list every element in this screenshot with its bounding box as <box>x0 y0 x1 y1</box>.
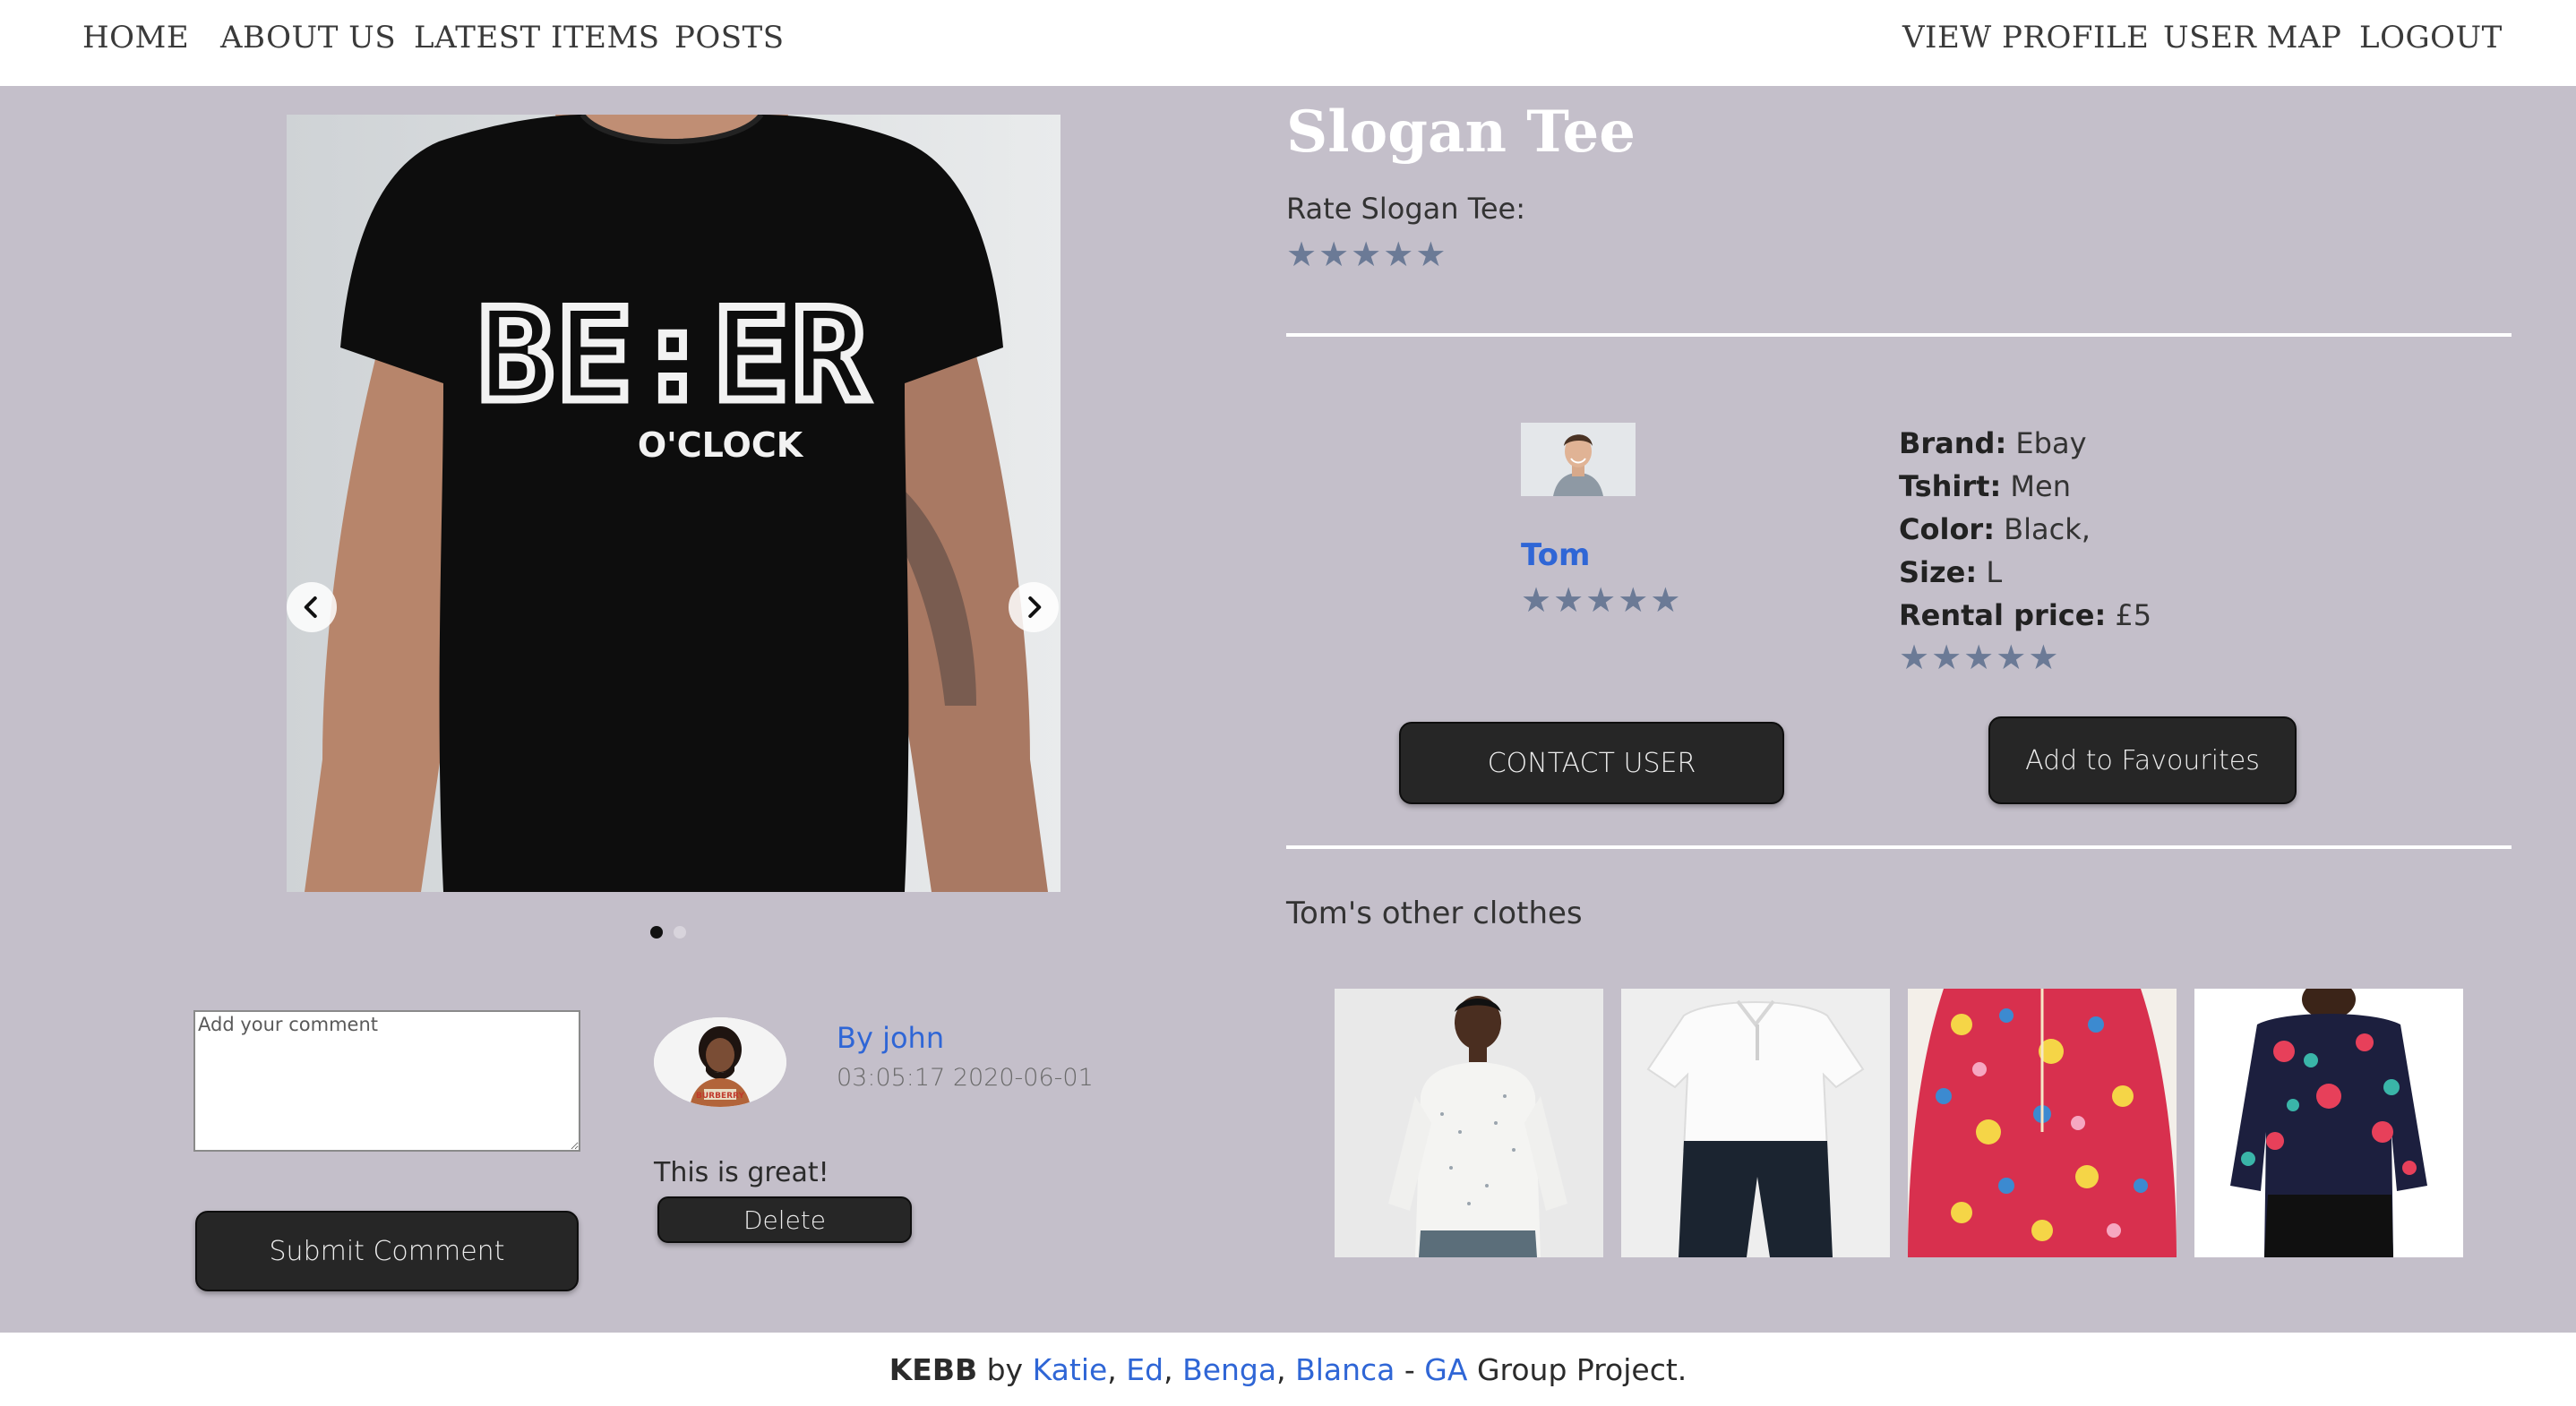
owner-avatar[interactable] <box>1521 423 1636 496</box>
star-icon: ★ <box>1553 582 1584 620</box>
rate-item-label: Rate Slogan Tee: <box>1286 192 1525 226</box>
footer-separator: , <box>1107 1351 1127 1387</box>
submit-comment-button[interactable]: Submit Comment <box>195 1211 579 1291</box>
star-icon: ★ <box>1521 582 1552 620</box>
nav-view-profile[interactable]: VIEW PROFILE <box>1902 20 2149 56</box>
footer-dash: - <box>1395 1351 1425 1387</box>
footer-link-katie[interactable]: Katie <box>1033 1352 1108 1387</box>
star-icon: ★ <box>2028 639 2059 677</box>
comment-input[interactable] <box>193 1010 580 1152</box>
other-item-thumbnail[interactable] <box>2194 989 2463 1257</box>
detail-brand-value: Ebay <box>2015 426 2087 460</box>
detail-size: Size: L <box>1899 555 2002 589</box>
commenter-avatar: BURBERRY <box>654 1017 786 1107</box>
detail-tshirt-label: Tshirt: <box>1899 469 2002 503</box>
footer-by: by <box>977 1351 1033 1387</box>
carousel-indicators <box>650 926 686 939</box>
owner-rating-stars: ★ ★ ★ ★ ★ <box>1521 584 1680 618</box>
nav-posts[interactable]: POSTS <box>674 20 785 56</box>
delete-comment-button[interactable]: Delete <box>657 1196 912 1243</box>
star-icon[interactable]: ★ <box>1383 238 1413 272</box>
chevron-right-icon <box>1028 596 1042 618</box>
footer-link-ed[interactable]: Ed <box>1126 1352 1163 1387</box>
detail-brand-label: Brand: <box>1899 426 2007 460</box>
detail-color-value: Black, <box>2004 512 2091 546</box>
other-item-thumbnail[interactable] <box>1335 989 1603 1257</box>
nav-about-us[interactable]: ABOUT US <box>220 20 396 56</box>
nav-logout[interactable]: LOGOUT <box>2359 20 2503 56</box>
rate-item-stars[interactable]: ★ ★ ★ ★ ★ <box>1286 238 1446 272</box>
star-icon[interactable]: ★ <box>1318 238 1349 272</box>
contact-user-button[interactable]: CONTACT USER <box>1399 722 1784 804</box>
detail-color: Color: Black, <box>1899 512 2091 546</box>
carousel-next-button[interactable] <box>1009 582 1059 632</box>
footer-link-benga[interactable]: Benga <box>1182 1352 1276 1387</box>
detail-tshirt-value: Men <box>2010 469 2071 503</box>
star-icon: ★ <box>1585 582 1617 620</box>
svg-text:BURBERRY: BURBERRY <box>696 1092 744 1101</box>
add-to-favourites-button[interactable]: Add to Favourites <box>1988 716 2297 804</box>
shirt-print-main: BE:ER <box>477 282 869 430</box>
top-navbar: HOME ABOUT US LATEST ITEMS POSTS VIEW PR… <box>0 0 2576 86</box>
chevron-left-icon <box>304 596 317 618</box>
detail-size-label: Size: <box>1899 555 1978 589</box>
star-icon: ★ <box>1618 582 1649 620</box>
carousel-prev-button[interactable] <box>287 582 337 632</box>
star-icon[interactable]: ★ <box>1286 238 1317 272</box>
owner-name-link[interactable]: Tom <box>1521 537 1590 573</box>
detail-tshirt: Tshirt: Men <box>1899 469 2071 503</box>
footer-link-ga[interactable]: GA <box>1424 1352 1467 1387</box>
item-photo: BE:ER O'CLOCK <box>287 115 1060 892</box>
footer-separator: , <box>1163 1351 1183 1387</box>
detail-brand: Brand: Ebay <box>1899 426 2087 460</box>
star-icon[interactable]: ★ <box>1351 238 1381 272</box>
other-item-thumbnail[interactable] <box>1621 989 1890 1257</box>
detail-price-value: £5 <box>2115 598 2152 632</box>
footer: KEBB by Katie, Ed, Benga, Blanca - GA Gr… <box>0 1333 2576 1406</box>
star-icon[interactable]: ★ <box>1415 238 1446 272</box>
star-icon: ★ <box>1963 639 1995 677</box>
item-image-carousel: BE:ER O'CLOCK <box>287 115 1060 892</box>
detail-price-label: Rental price: <box>1899 598 2107 632</box>
item-rating-stars: ★ ★ ★ ★ ★ <box>1899 641 2058 675</box>
shirt-print-sub: O'CLOCK <box>638 425 804 465</box>
detail-price: Rental price: £5 <box>1899 598 2151 632</box>
footer-link-blanca[interactable]: Blanca <box>1295 1352 1395 1387</box>
footer-suffix: Group Project. <box>1467 1351 1687 1387</box>
divider <box>1286 845 2512 849</box>
comment-author-link[interactable]: By john <box>837 1021 944 1055</box>
item-title: Slogan Tee <box>1286 99 1636 166</box>
nav-user-map[interactable]: USER MAP <box>2163 20 2341 56</box>
comment-text: This is great! <box>654 1157 829 1188</box>
footer-brand: KEBB <box>889 1351 978 1387</box>
star-icon: ★ <box>1650 582 1681 620</box>
footer-separator: , <box>1276 1351 1296 1387</box>
star-icon: ★ <box>1996 639 2027 677</box>
star-icon: ★ <box>1899 639 1930 677</box>
carousel-indicator-dot[interactable] <box>674 926 686 939</box>
nav-latest-items[interactable]: LATEST ITEMS <box>414 20 660 56</box>
carousel-indicator-dot[interactable] <box>650 926 663 939</box>
other-clothes-heading: Tom's other clothes <box>1286 896 1583 931</box>
other-item-thumbnail[interactable] <box>1908 989 2177 1257</box>
comment-timestamp: 03:05:17 2020-06-01 <box>837 1064 1094 1092</box>
divider <box>1286 333 2512 337</box>
detail-color-label: Color: <box>1899 512 1995 546</box>
nav-home[interactable]: HOME <box>82 20 189 56</box>
detail-size-value: L <box>1986 555 2003 589</box>
star-icon: ★ <box>1931 639 1962 677</box>
